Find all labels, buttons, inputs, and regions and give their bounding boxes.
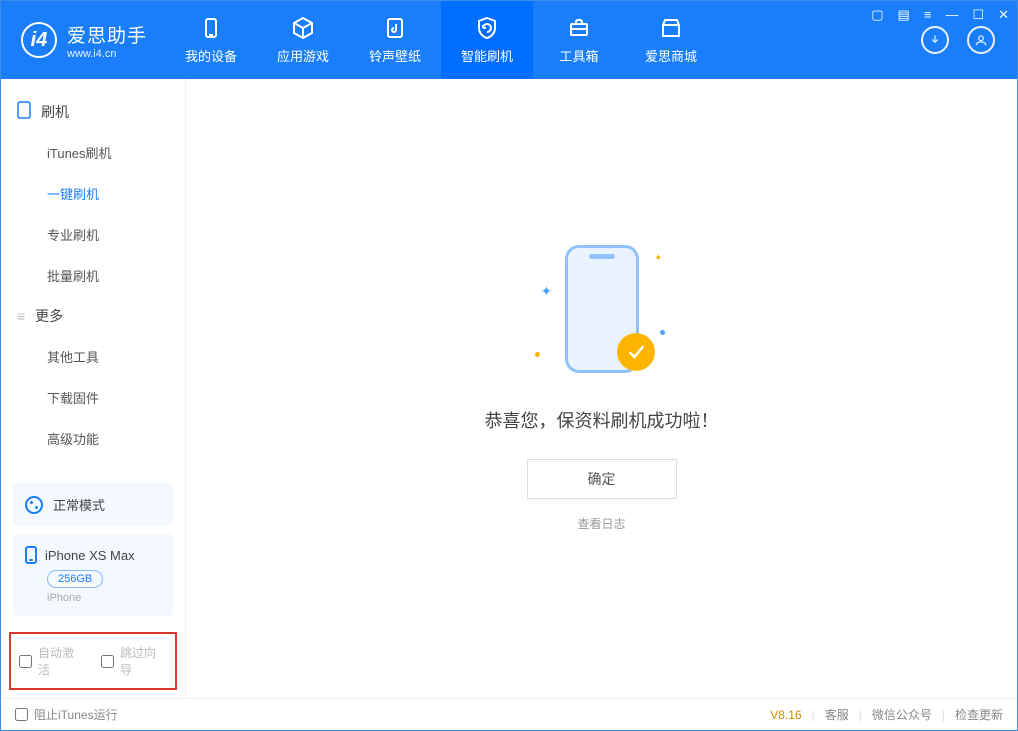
- tab-my-device[interactable]: 我的设备: [165, 1, 257, 79]
- footer-link-support[interactable]: 客服: [825, 706, 849, 723]
- list-icon[interactable]: ≡: [924, 7, 932, 23]
- tab-flash[interactable]: 智能刷机: [441, 1, 533, 79]
- status-text: 正常模式: [53, 495, 105, 514]
- device-icon: [198, 15, 224, 41]
- section-title-text: 刷机: [41, 102, 69, 122]
- sidebar-item-itunes-flash[interactable]: iTunes刷机: [1, 132, 185, 173]
- checkbox-label: 跳过向导: [120, 644, 167, 678]
- music-icon: [382, 15, 408, 41]
- check-badge-icon: [617, 333, 655, 371]
- success-message: 恭喜您，保资料刷机成功啦！: [485, 407, 719, 433]
- sidebar-item-advanced[interactable]: 高级功能: [1, 418, 185, 459]
- tab-label: 爱思商城: [645, 46, 697, 65]
- checkbox-skip-guide[interactable]: 跳过向导: [101, 644, 167, 678]
- minimize-button[interactable]: —: [945, 7, 958, 23]
- success-illustration: ✦ ✦: [547, 245, 657, 385]
- checkbox-auto-activate[interactable]: 自动激活: [19, 644, 85, 678]
- dot-icon: [660, 330, 665, 335]
- checkbox-label: 自动激活: [38, 644, 85, 678]
- device-panel[interactable]: iPhone XS Max 256GB iPhone: [13, 534, 173, 616]
- sidebar-item-other-tools[interactable]: 其他工具: [1, 336, 185, 377]
- download-button[interactable]: [921, 26, 949, 54]
- main-content: ✦ ✦ 恭喜您，保资料刷机成功啦！ 确定 查看日志: [186, 79, 1017, 698]
- app-subtitle: www.i4.cn: [67, 48, 147, 60]
- app-title: 爱思助手: [67, 21, 147, 48]
- sidebar: 刷机 iTunes刷机 一键刷机 专业刷机 批量刷机 ≡ 更多 其他工具 下载固…: [1, 79, 186, 698]
- sidebar-section-more: ≡ 更多: [1, 296, 185, 336]
- version-text: V8.16: [770, 708, 801, 722]
- main-tabs: 我的设备 应用游戏 铃声壁纸 智能刷机 工具箱 爱思商城: [165, 1, 899, 79]
- tab-label: 智能刷机: [461, 46, 513, 65]
- shield-refresh-icon: [474, 15, 500, 41]
- sidebar-item-batch-flash[interactable]: 批量刷机: [1, 255, 185, 296]
- dot-icon: [535, 352, 540, 357]
- checkbox-label: 阻止iTunes运行: [34, 706, 118, 723]
- phone-outline-icon: [17, 101, 31, 122]
- cube-icon: [290, 15, 316, 41]
- sidebar-section-flash: 刷机: [1, 91, 185, 132]
- tab-label: 我的设备: [185, 46, 237, 65]
- shirt-icon[interactable]: ▢: [871, 7, 883, 23]
- view-log-link[interactable]: 查看日志: [577, 515, 625, 532]
- store-icon: [658, 15, 684, 41]
- window-controls: ▢ ▤ ≡ — ☐ ✕: [871, 7, 1009, 23]
- app-header: i4 爱思助手 www.i4.cn 我的设备 应用游戏 铃声壁纸 智能刷机 工具…: [1, 1, 1017, 79]
- logo-area: i4 爱思助手 www.i4.cn: [1, 1, 165, 79]
- tab-label: 铃声壁纸: [369, 46, 421, 65]
- device-type-text: iPhone: [47, 592, 161, 604]
- app-logo-icon: i4: [21, 22, 57, 58]
- checkbox-block-itunes[interactable]: 阻止iTunes运行: [15, 706, 118, 723]
- tab-toolbox[interactable]: 工具箱: [533, 1, 625, 79]
- tab-store[interactable]: 爱思商城: [625, 1, 717, 79]
- capacity-badge: 256GB: [47, 570, 103, 588]
- phone-small-icon: [25, 546, 37, 564]
- body-area: 刷机 iTunes刷机 一键刷机 专业刷机 批量刷机 ≡ 更多 其他工具 下载固…: [1, 79, 1017, 698]
- status-normal-mode[interactable]: 正常模式: [13, 483, 173, 526]
- status-icon: [25, 496, 43, 514]
- tab-apps-games[interactable]: 应用游戏: [257, 1, 349, 79]
- highlighted-options: 自动激活 跳过向导: [9, 632, 177, 690]
- user-button[interactable]: [967, 26, 995, 54]
- ok-button[interactable]: 确定: [527, 459, 677, 499]
- sparkle-icon: ✦: [541, 283, 553, 300]
- footer-link-wechat[interactable]: 微信公众号: [872, 706, 932, 723]
- tab-label: 工具箱: [560, 46, 599, 65]
- footer-link-check-update[interactable]: 检查更新: [955, 706, 1003, 723]
- tab-label: 应用游戏: [277, 46, 329, 65]
- sidebar-item-download-firmware[interactable]: 下载固件: [1, 377, 185, 418]
- menu-icon[interactable]: ▤: [898, 7, 910, 23]
- sparkle-icon: ✦: [654, 253, 662, 264]
- maximize-button[interactable]: ☐: [972, 7, 984, 23]
- sidebar-item-oneclick-flash[interactable]: 一键刷机: [1, 173, 185, 214]
- status-bar: 阻止iTunes运行 V8.16 | 客服 | 微信公众号 | 检查更新: [1, 698, 1017, 730]
- device-name-text: iPhone XS Max: [45, 548, 135, 563]
- close-button[interactable]: ✕: [998, 7, 1009, 23]
- toolbox-icon: [566, 15, 592, 41]
- section-title-text: 更多: [35, 306, 63, 326]
- sidebar-item-pro-flash[interactable]: 专业刷机: [1, 214, 185, 255]
- tab-ringtones[interactable]: 铃声壁纸: [349, 1, 441, 79]
- hamburger-icon: ≡: [17, 308, 25, 324]
